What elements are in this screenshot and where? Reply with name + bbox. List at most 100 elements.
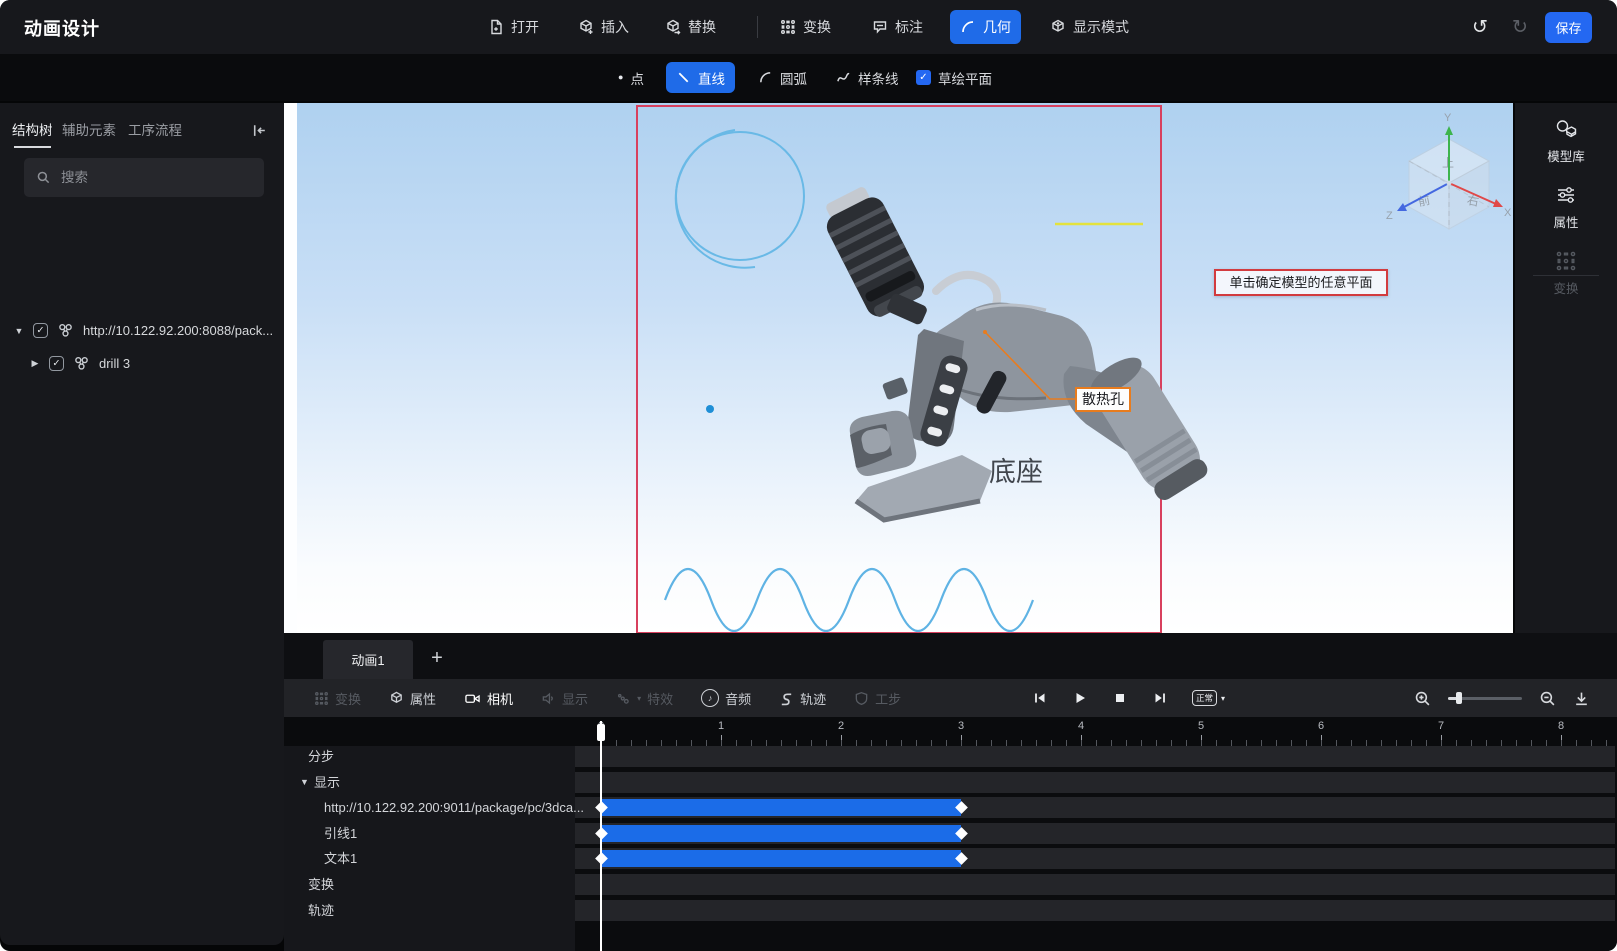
step-back-button[interactable]	[1032, 690, 1048, 706]
ruler-label: 7	[1437, 720, 1445, 732]
collapse-panel-button[interactable]	[246, 117, 272, 143]
step-forward-button[interactable]	[1152, 690, 1168, 706]
model-library-button[interactable]: 模型库	[1515, 117, 1617, 165]
dropdown-icon: ▾	[637, 693, 642, 703]
add-animation-tab-button[interactable]: +	[422, 643, 452, 673]
replace-button[interactable]: 替换	[655, 10, 726, 44]
undo-button[interactable]: ↺	[1465, 12, 1495, 42]
timeline-clip-bar[interactable]	[594, 825, 968, 842]
right-dock: 模型库 属性 变换	[1515, 103, 1617, 633]
sketch-spline[interactable]	[663, 568, 1035, 632]
open-button[interactable]: 打开	[478, 10, 549, 44]
cube-replace-icon	[667, 19, 681, 35]
track-row-transform[interactable]: 变换	[284, 874, 1617, 895]
timeline-clip-bar[interactable]	[594, 799, 968, 816]
caret-right-icon[interactable]: ▶	[30, 358, 40, 369]
axis-z-label: Z	[1386, 210, 1393, 222]
cube-plus-icon	[580, 19, 593, 34]
transform-label: 变换	[803, 19, 831, 35]
key-display-button[interactable]: 显示	[541, 689, 588, 708]
track-cell[interactable]	[575, 874, 1615, 895]
tree-node-drill[interactable]: ▶ ✓ drill 3	[30, 355, 130, 372]
node-checkbox[interactable]: ✓	[49, 356, 64, 371]
zoom-in-icon[interactable]	[1414, 690, 1431, 707]
search-input[interactable]	[59, 169, 252, 186]
shield-icon	[855, 691, 868, 705]
key-audio-button[interactable]: ♪ 音频	[701, 689, 751, 708]
animation-tab[interactable]: 动画1	[323, 640, 413, 679]
annotate-button[interactable]: 标注	[862, 10, 933, 44]
track-cell[interactable]	[575, 900, 1615, 921]
vent-leader-anchor	[983, 330, 987, 334]
tab-auxiliary-elements[interactable]: 辅助元素	[62, 119, 116, 139]
transform-dock-button[interactable]: 变换	[1515, 249, 1617, 297]
geometry-label: 几何	[983, 19, 1011, 35]
tree-node-label: drill 3	[99, 356, 131, 371]
timeline-zoom-slider[interactable]	[1448, 692, 1522, 704]
viewport-3d[interactable]: 上 前 右 Y X Z 单击确定模型的任意平面 散热孔 底座	[284, 103, 1513, 633]
key-camera-button[interactable]: 相机	[464, 689, 513, 708]
track-row-trajectory[interactable]: 轨迹	[284, 900, 1617, 921]
track-row-package[interactable]: http://10.122.92.200:9011/package/pc/3dc…	[284, 797, 1617, 818]
tab-process-flow[interactable]: 工序流程	[128, 119, 182, 139]
track-row-text1[interactable]: 文本1	[284, 848, 1617, 869]
stop-button[interactable]	[1112, 690, 1128, 706]
hint-tooltip: 单击确定模型的任意平面	[1214, 269, 1388, 296]
sketch-point[interactable]	[706, 405, 714, 413]
playhead[interactable]	[597, 721, 605, 951]
transform-button[interactable]: 变换	[770, 10, 841, 44]
play-button[interactable]	[1072, 690, 1088, 706]
display-mode-button[interactable]: 显示模式	[1040, 10, 1139, 44]
viewport-canvas[interactable]: 上 前 右 Y X Z	[284, 103, 1513, 633]
audio-icon: ♪	[701, 689, 720, 707]
tree-node-label: http://10.122.92.200:8088/pack...	[83, 323, 274, 338]
key-transform-button[interactable]: 变换	[314, 689, 361, 708]
model-library-label: 模型库	[1547, 150, 1585, 164]
insert-button[interactable]: 插入	[568, 10, 639, 44]
point-tool-button[interactable]: ● 点	[608, 62, 654, 93]
timeline-ruler[interactable]: 0 1 2 3 4 5 6 7 8	[284, 717, 1617, 746]
ruler-label: 2	[837, 720, 845, 732]
spline-tool-button[interactable]: 样条线	[826, 62, 909, 93]
base-annotation[interactable]: 底座	[989, 450, 1043, 489]
zoom-out-icon[interactable]	[1539, 690, 1556, 707]
vent-annotation[interactable]: 散热孔	[1075, 387, 1131, 412]
redo-button[interactable]: ↻	[1505, 12, 1535, 42]
spline-label: 样条线	[858, 71, 899, 87]
sketch-arc[interactable]	[674, 129, 756, 269]
play-mode-button[interactable]: 正常 ▾	[1192, 690, 1225, 706]
sketch-plane-toggle[interactable]: ✓ 草绘平面	[906, 62, 1002, 93]
plus-icon: +	[431, 646, 443, 669]
key-step-button[interactable]: 工步	[854, 689, 901, 708]
caret-down-icon[interactable]: ▼	[14, 326, 24, 336]
key-property-button[interactable]: 属性	[389, 689, 436, 708]
stop-icon	[1116, 694, 1124, 702]
export-download-icon[interactable]	[1573, 690, 1590, 707]
toolbar-divider	[757, 16, 758, 38]
key-effects-button[interactable]: ▾ 特效	[616, 689, 673, 708]
tab-structure-tree[interactable]: 结构树	[12, 119, 53, 148]
slider-knob[interactable]	[1456, 692, 1462, 704]
playhead-handle[interactable]	[597, 724, 605, 741]
geometry-button[interactable]: 几何	[950, 10, 1021, 44]
grid-dots-icon	[781, 20, 795, 34]
search-box[interactable]	[24, 158, 264, 197]
track-row-display-group[interactable]: ▼ 显示	[284, 772, 1617, 793]
save-label: 保存	[1555, 21, 1582, 36]
track-cell[interactable]	[575, 746, 1615, 767]
caret-down-icon[interactable]: ▼	[300, 772, 309, 793]
arc-tool-button[interactable]: 圆弧	[748, 62, 817, 93]
view-cube[interactable]: 上 前 右 Y X Z	[1386, 112, 1512, 230]
key-track-button[interactable]: 轨迹	[779, 689, 826, 708]
tree-node-package[interactable]: ▼ ✓ http://10.122.92.200:8088/pack...	[14, 322, 273, 339]
transform-grid-icon	[1556, 251, 1576, 271]
properties-button[interactable]: 属性	[1515, 183, 1617, 231]
track-row-step[interactable]: 分步	[284, 746, 1617, 767]
track-row-leader1[interactable]: 引线1	[284, 823, 1617, 844]
timeline-tab-bar: 动画1 +	[284, 633, 1617, 679]
track-cell[interactable]	[575, 772, 1615, 793]
line-tool-button[interactable]: 直线	[666, 62, 735, 93]
save-button[interactable]: 保存	[1545, 12, 1592, 43]
timeline-clip-bar[interactable]	[594, 850, 968, 867]
node-checkbox[interactable]: ✓	[33, 323, 48, 338]
